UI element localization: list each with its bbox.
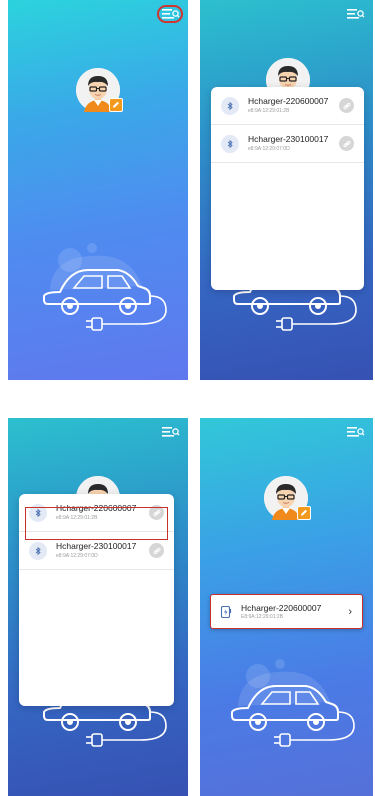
menu-search-icon[interactable] xyxy=(347,425,365,439)
device-mac: e8:9A:12:29:07:0D xyxy=(56,553,98,559)
device-list-screen: Hcharger-220600007 e8:9A:12:29:01:2B Hch… xyxy=(200,0,373,380)
device-list-sheet: Hcharger-220600007 e8:9A:12:29:01:2B Hch… xyxy=(19,494,174,706)
connected-screen: Hcharger-220600007 E8:9A:12:29:01:2B › xyxy=(200,418,373,796)
device-mac: E8:9A:12:29:01:2B xyxy=(241,613,283,620)
device-list-selected-screen: Hcharger-220600007 e8:9A:12:29:01:2B Hch… xyxy=(8,418,188,796)
bluetooth-icon xyxy=(221,134,239,153)
device-mac: e8:9A:12:29:07:0D xyxy=(248,146,290,152)
edit-icon[interactable] xyxy=(297,506,311,520)
device-name: Hcharger-230100017 xyxy=(56,541,137,551)
car-charging-illustration xyxy=(218,646,358,756)
device-name: Hcharger-230100017 xyxy=(248,134,329,144)
device-name: Hcharger-220600007 xyxy=(248,96,329,106)
list-item[interactable]: Hcharger-230100017 e8:9A:12:29:07:0D xyxy=(211,125,364,163)
chevron-right-icon: › xyxy=(348,605,352,618)
device-name: Hcharger-220600007 xyxy=(241,602,322,613)
link-icon[interactable] xyxy=(339,136,354,151)
link-icon[interactable] xyxy=(149,543,164,558)
device-list-sheet: Hcharger-220600007 e8:9A:12:29:01:2B Hch… xyxy=(211,87,364,290)
charger-icon xyxy=(219,605,233,619)
menu-search-icon[interactable] xyxy=(162,425,180,439)
bluetooth-icon xyxy=(29,541,47,560)
avatar[interactable] xyxy=(76,68,123,112)
car-charging-illustration xyxy=(30,230,170,340)
avatar[interactable] xyxy=(264,476,311,520)
bluetooth-icon xyxy=(221,96,239,115)
link-icon[interactable] xyxy=(339,98,354,113)
highlight-box xyxy=(157,5,183,23)
edit-icon[interactable] xyxy=(109,98,123,112)
menu-search-icon[interactable] xyxy=(347,7,365,21)
list-item[interactable]: Hcharger-220600007 e8:9A:12:29:01:2B xyxy=(211,87,364,125)
home-screen xyxy=(8,0,188,380)
device-mac: e8:9A:12:29:01:2B xyxy=(248,108,290,114)
selection-highlight-box xyxy=(25,507,168,540)
connected-device-card[interactable]: Hcharger-220600007 E8:9A:12:29:01:2B › xyxy=(210,594,363,629)
